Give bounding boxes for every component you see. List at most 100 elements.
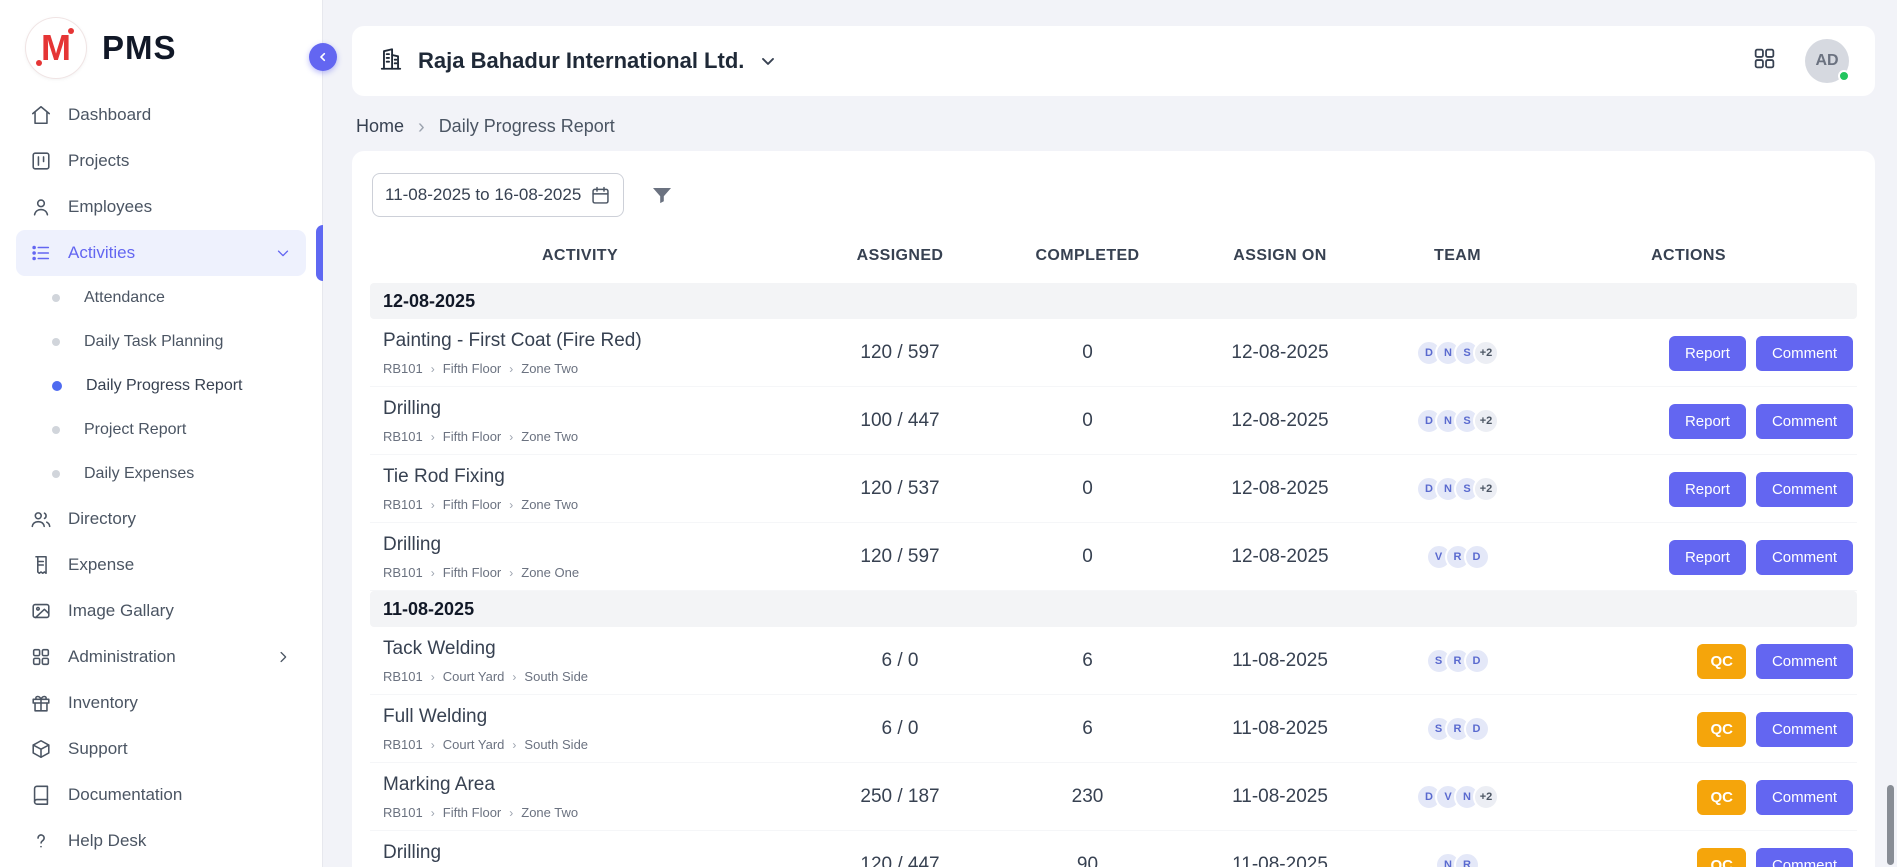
bullet-icon — [52, 470, 60, 478]
sidebar-item-help-desk[interactable]: Help Desk — [16, 818, 306, 864]
row-actions: QC Comment — [1520, 848, 1857, 867]
bullet-icon — [52, 338, 60, 346]
sidebar-subitem-daily-task-planning[interactable]: Daily Task Planning — [16, 320, 306, 364]
report-button[interactable]: Report — [1669, 472, 1746, 507]
sidebar-item-projects[interactable]: Projects — [16, 138, 306, 184]
assign-on-cell: 12-08-2025 — [1165, 342, 1395, 364]
gift-icon — [30, 692, 52, 714]
date-range-input[interactable]: 11-08-2025 to 16-08-2025 — [372, 173, 624, 217]
comment-button[interactable]: Comment — [1756, 780, 1853, 815]
date-group-header: 12-08-2025 — [370, 283, 1857, 319]
comment-button[interactable]: Comment — [1756, 472, 1853, 507]
assign-on-cell: 11-08-2025 — [1165, 718, 1395, 740]
row-actions: Report Comment — [1520, 336, 1857, 371]
sidebar-item-dashboard[interactable]: Dashboard — [16, 92, 306, 138]
image-icon — [30, 600, 52, 622]
bullet-icon — [52, 381, 62, 391]
app-logo: M PMS — [0, 0, 322, 84]
comment-button[interactable]: Comment — [1756, 644, 1853, 679]
path-segment: Fifth Floor — [443, 565, 502, 580]
user-avatar[interactable]: AD — [1805, 39, 1849, 83]
company-selector[interactable]: Raja Bahadur International Ltd. — [378, 46, 778, 77]
path-segment: RB101 — [383, 737, 423, 752]
sidebar-collapse-button[interactable] — [309, 43, 337, 71]
book-icon — [30, 784, 52, 806]
apps-grid-icon[interactable] — [1752, 46, 1777, 76]
activity-cell: Tack Welding RB101›Court Yard›South Side — [370, 638, 790, 684]
sidebar-subitem-attendance[interactable]: Attendance — [16, 276, 306, 320]
path-segment: Zone Two — [521, 497, 578, 512]
qc-button[interactable]: QC — [1697, 712, 1746, 747]
assigned-cell: 250 / 187 — [790, 786, 1010, 808]
breadcrumb-home[interactable]: Home — [356, 116, 404, 137]
comment-button[interactable]: Comment — [1756, 336, 1853, 371]
topbar-right: AD — [1752, 39, 1849, 83]
logo-letter: M — [41, 30, 71, 66]
activity-location-path: RB101›Fifth Floor›Zone Two — [383, 429, 790, 444]
assigned-cell: 120 / 597 — [790, 342, 1010, 364]
table-row[interactable]: Drilling RB101›Fifth Floor›Zone Two 120 … — [370, 831, 1857, 867]
qc-button[interactable]: QC — [1697, 848, 1746, 867]
activity-cell: Tie Rod Fixing RB101›Fifth Floor›Zone Tw… — [370, 466, 790, 512]
receipt-icon — [30, 554, 52, 576]
activity-name: Painting - First Coat (Fire Red) — [383, 330, 790, 352]
sidebar-item-employees[interactable]: Employees — [16, 184, 306, 230]
sidebar-item-image-gallery[interactable]: Image Gallary — [16, 588, 306, 634]
chevron-right-icon: › — [431, 738, 435, 752]
path-segment: Zone One — [521, 565, 579, 580]
sidebar-subitem-daily-progress-report[interactable]: Daily Progress Report — [16, 364, 306, 408]
filter-button[interactable] — [650, 183, 674, 207]
sidebar-item-activities[interactable]: Activities — [16, 230, 306, 276]
qc-button[interactable]: QC — [1697, 780, 1746, 815]
activity-name: Drilling — [383, 534, 790, 556]
table-row[interactable]: Full Welding RB101›Court Yard›South Side… — [370, 695, 1857, 763]
team-member-chip: R — [1454, 852, 1480, 867]
table-row[interactable]: Tie Rod Fixing RB101›Fifth Floor›Zone Tw… — [370, 455, 1857, 523]
activity-cell: Full Welding RB101›Court Yard›South Side — [370, 706, 790, 752]
avatar-initials: AD — [1815, 52, 1838, 70]
comment-button[interactable]: Comment — [1756, 712, 1853, 747]
sidebar-item-inventory[interactable]: Inventory — [16, 680, 306, 726]
sidebar-item-label: Projects — [68, 151, 129, 171]
table-row[interactable]: Drilling RB101›Fifth Floor›Zone Two 100 … — [370, 387, 1857, 455]
table-row[interactable]: Marking Area RB101›Fifth Floor›Zone Two … — [370, 763, 1857, 831]
path-segment: RB101 — [383, 361, 423, 376]
comment-button[interactable]: Comment — [1756, 404, 1853, 439]
chevron-right-icon: › — [509, 430, 513, 444]
team-member-chip: D — [1464, 544, 1490, 570]
question-icon — [30, 830, 52, 852]
path-segment: South Side — [524, 737, 588, 752]
comment-button[interactable]: Comment — [1756, 540, 1853, 575]
table-row[interactable]: Painting - First Coat (Fire Red) RB101›F… — [370, 319, 1857, 387]
chevron-right-icon: › — [431, 806, 435, 820]
team-avatars: NR — [1395, 852, 1520, 867]
qc-button[interactable]: QC — [1697, 644, 1746, 679]
sidebar-item-documentation[interactable]: Documentation — [16, 772, 306, 818]
people-icon — [30, 508, 52, 530]
chevron-right-icon — [274, 648, 292, 666]
chevron-down-icon — [274, 244, 292, 262]
row-actions: QC Comment — [1520, 644, 1857, 679]
table-row[interactable]: Drilling RB101›Fifth Floor›Zone One 120 … — [370, 523, 1857, 591]
comment-button[interactable]: Comment — [1756, 848, 1853, 867]
sidebar-subitem-daily-expenses[interactable]: Daily Expenses — [16, 452, 306, 496]
scrollbar-thumb[interactable] — [1887, 785, 1894, 865]
breadcrumb-current: Daily Progress Report — [439, 116, 615, 137]
company-name: Raja Bahadur International Ltd. — [418, 48, 744, 74]
activity-name: Drilling — [383, 842, 790, 864]
report-button[interactable]: Report — [1669, 336, 1746, 371]
sidebar-item-administration[interactable]: Administration — [16, 634, 306, 680]
sidebar-item-directory[interactable]: Directory — [16, 496, 306, 542]
completed-cell: 0 — [1010, 546, 1165, 568]
report-button[interactable]: Report — [1669, 404, 1746, 439]
report-button[interactable]: Report — [1669, 540, 1746, 575]
sidebar-subitem-project-report[interactable]: Project Report — [16, 408, 306, 452]
table-row[interactable]: Tack Welding RB101›Court Yard›South Side… — [370, 627, 1857, 695]
path-segment: RB101 — [383, 565, 423, 580]
sidebar-item-support[interactable]: Support — [16, 726, 306, 772]
team-overflow-chip: +2 — [1473, 784, 1499, 810]
path-segment: Zone Two — [521, 429, 578, 444]
team-avatars: SRD — [1395, 648, 1520, 674]
sidebar-item-expense[interactable]: Expense — [16, 542, 306, 588]
assigned-cell: 6 / 0 — [790, 650, 1010, 672]
